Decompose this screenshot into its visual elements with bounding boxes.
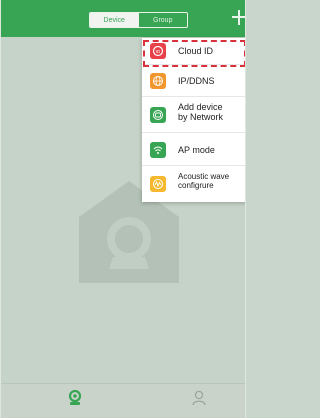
wifi-icon bbox=[150, 142, 166, 158]
menu-item-label: Acoustic wave configrure bbox=[178, 172, 230, 191]
device-tab-icon bbox=[68, 390, 82, 405]
network-icon bbox=[150, 107, 166, 123]
app-screen: Device Group ID Cloud ID IP/DDNS Add dev… bbox=[0, 0, 246, 418]
device-segment[interactable]: Device bbox=[90, 13, 139, 27]
plus-icon[interactable] bbox=[232, 10, 245, 25]
group-segment[interactable]: Group bbox=[139, 13, 188, 27]
menu-item-label: AP mode bbox=[178, 145, 215, 155]
menu-item-acoustic-wave[interactable]: Acoustic wave configrure bbox=[142, 166, 245, 202]
menu-item-label: Add device by Network bbox=[178, 102, 224, 123]
bottom-tab-bar bbox=[1, 383, 245, 418]
globe-icon bbox=[150, 73, 166, 89]
sound-wave-icon bbox=[150, 176, 166, 192]
device-group-segmented-control: Device Group bbox=[89, 12, 188, 28]
highlight-box bbox=[143, 40, 245, 67]
menu-item-ip-ddns[interactable]: IP/DDNS bbox=[142, 65, 245, 97]
menu-item-label: IP/DDNS bbox=[178, 76, 215, 86]
tab-user[interactable] bbox=[174, 390, 224, 416]
tab-devices[interactable] bbox=[50, 390, 100, 416]
menu-item-add-by-network[interactable]: Add device by Network bbox=[142, 97, 245, 133]
top-bar: Device Group bbox=[1, 0, 245, 37]
menu-item-ap-mode[interactable]: AP mode bbox=[142, 133, 245, 166]
user-tab-icon bbox=[192, 390, 206, 406]
